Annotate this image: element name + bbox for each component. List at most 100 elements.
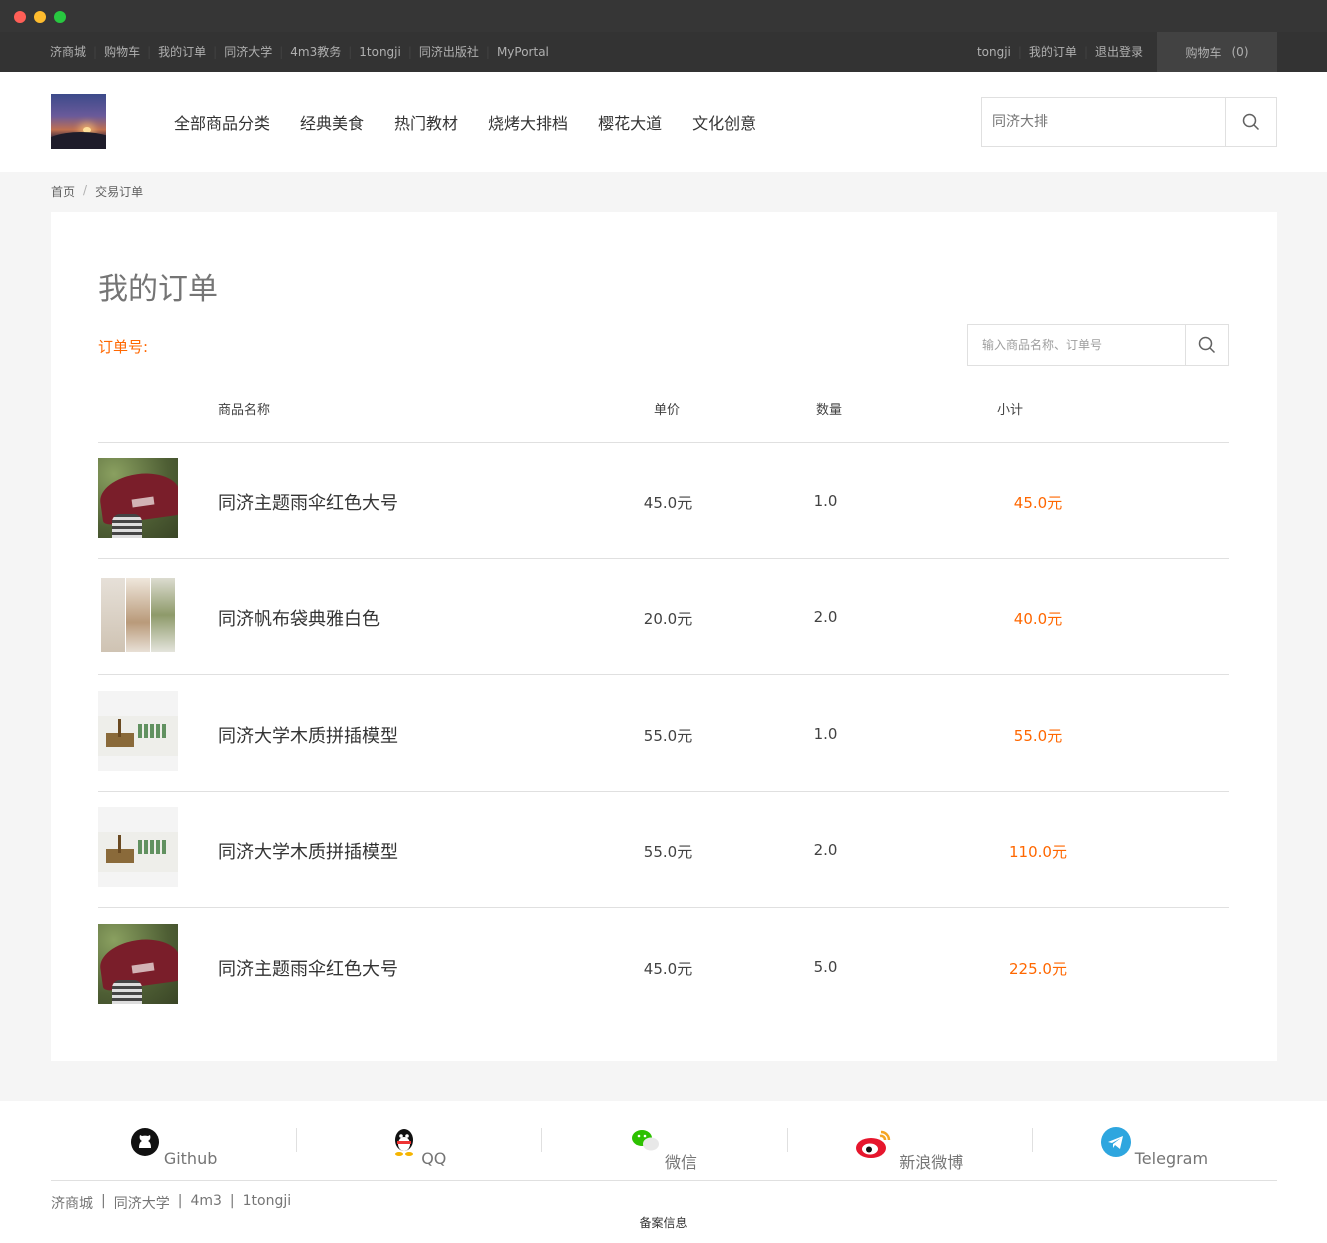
order-search-input[interactable] <box>968 325 1186 365</box>
subtotal: 45.0元 <box>1013 494 1063 512</box>
social-label: 新浪微博 <box>899 1153 964 1172</box>
breadcrumb-home[interactable]: 首页 <box>51 183 75 200</box>
topnav-link-mall[interactable]: 济商城 <box>50 32 86 72</box>
column-header-name: 商品名称 <box>218 403 271 418</box>
social-telegram[interactable]: Telegram <box>1031 1121 1277 1180</box>
search-icon <box>1198 336 1216 354</box>
order-row: 同济主题雨伞红色大号 45.0元 1.0 45.0元 <box>98 443 1229 559</box>
cart-label: 购物车 <box>1185 45 1222 60</box>
orders-card: 我的订单 订单号: 商品名称 单价 数量 小计 同济主题雨伞红色大号 45.0元… <box>51 212 1277 1061</box>
unit-price: 55.0元 <box>643 727 693 745</box>
order-search-button[interactable] <box>1185 325 1228 365</box>
logout-link[interactable]: 退出登录 <box>1095 32 1143 72</box>
product-name[interactable]: 同济大学木质拼插模型 <box>218 838 398 864</box>
topnav-link-cart[interactable]: 购物车 <box>104 32 140 72</box>
topnav-link-4m3[interactable]: 4m3教务 <box>290 32 341 72</box>
topnav-link-tongji-university[interactable]: 同济大学 <box>224 32 272 72</box>
telegram-icon <box>1100 1127 1131 1157</box>
breadcrumb: 首页 / 交易订单 <box>51 183 143 200</box>
order-row: 同济主题雨伞红色大号 45.0元 5.0 225.0元 <box>98 909 1229 1025</box>
close-window-icon[interactable] <box>14 11 26 23</box>
umbrella-image[interactable] <box>98 458 178 538</box>
page-title: 我的订单 <box>98 272 218 307</box>
category-food[interactable]: 经典美食 <box>300 110 364 134</box>
category-culture[interactable]: 文化创意 <box>692 110 756 134</box>
github-icon <box>130 1128 159 1156</box>
top-nav-user-links: tongji | 我的订单 | 退出登录 <box>977 32 1143 72</box>
quantity: 1.0 <box>813 725 838 743</box>
topnav-link-1tongji[interactable]: 1tongji <box>359 32 401 72</box>
topnav-link-my-orders[interactable]: 我的订单 <box>158 32 206 72</box>
product-name[interactable]: 同济主题雨伞红色大号 <box>218 955 398 981</box>
social-wechat[interactable]: 微信 <box>541 1121 786 1180</box>
social-qq[interactable]: QQ <box>296 1121 541 1180</box>
header-search-input[interactable] <box>982 98 1226 146</box>
unit-price: 45.0元 <box>643 494 693 512</box>
unit-price: 45.0元 <box>643 960 693 978</box>
category-nav: 全部商品分类 经典美食 热门教材 烧烤大排档 樱花大道 文化创意 <box>174 72 756 172</box>
footer-link-separator: | <box>229 1193 235 1209</box>
product-name[interactable]: 同济主题雨伞红色大号 <box>218 489 398 515</box>
minimize-window-icon[interactable] <box>34 11 46 23</box>
topnav-link-press[interactable]: 同济出版社 <box>419 32 479 72</box>
search-icon <box>1242 113 1260 131</box>
social-label: Telegram <box>1134 1149 1209 1168</box>
category-all[interactable]: 全部商品分类 <box>174 110 270 134</box>
site-logo[interactable] <box>51 94 106 149</box>
subtotal: 225.0元 <box>1009 960 1067 978</box>
product-name[interactable]: 同济帆布袋典雅白色 <box>218 605 380 631</box>
footer-link-4m3[interactable]: 4m3 <box>190 1193 221 1213</box>
quantity: 5.0 <box>813 958 838 976</box>
footer-link-1tongji[interactable]: 1tongji <box>243 1193 292 1213</box>
footer-links: 济商城 | 同济大学 | 4m3 | 1tongji <box>51 1193 291 1213</box>
order-row: 同济大学木质拼插模型 55.0元 2.0 110.0元 <box>98 792 1229 908</box>
category-textbooks[interactable]: 热门教材 <box>394 110 458 134</box>
social-label: 微信 <box>665 1153 698 1172</box>
column-header-price: 单价 <box>654 403 681 418</box>
header-search-button[interactable] <box>1225 98 1276 146</box>
wechat-icon <box>632 1130 659 1151</box>
social-github[interactable]: Github <box>51 1121 296 1180</box>
quantity: 2.0 <box>813 841 838 859</box>
wood-model-image[interactable] <box>98 807 178 887</box>
breadcrumb-separator: / <box>83 183 88 197</box>
wood-model-image[interactable] <box>98 691 178 771</box>
site-footer: Github QQ 微信 新浪微博 Telegram 济商城 | 同济大学 | … <box>0 1101 1327 1243</box>
subtotal: 55.0元 <box>1013 727 1063 745</box>
order-number-label: 订单号: <box>98 338 149 356</box>
footer-link-separator: | <box>101 1193 106 1209</box>
window-titlebar <box>0 0 1327 32</box>
orders-table-header: 商品名称 单价 数量 小计 <box>98 397 1229 443</box>
site-header: 全部商品分类 经典美食 热门教材 烧烤大排档 樱花大道 文化创意 <box>0 72 1327 172</box>
username-link[interactable]: tongji <box>977 32 1011 72</box>
category-bbq[interactable]: 烧烤大排档 <box>488 110 568 134</box>
topnav-link-myportal[interactable]: MyPortal <box>497 32 549 72</box>
footer-link-separator: | <box>177 1193 183 1209</box>
social-links: Github QQ 微信 新浪微博 Telegram <box>51 1121 1277 1181</box>
cart-button[interactable]: 购物车 (0) <box>1157 32 1277 72</box>
quantity: 1.0 <box>813 492 838 510</box>
category-sakura[interactable]: 樱花大道 <box>598 110 662 134</box>
product-name[interactable]: 同济大学木质拼插模型 <box>218 722 398 748</box>
top-navbar: 济商城 | 购物车 | 我的订单 | 同济大学 | 4m3教务 | 1tongji | 同济… <box>0 32 1327 72</box>
canvas-bag-image[interactable] <box>98 574 178 654</box>
umbrella-image[interactable] <box>98 924 178 1004</box>
column-header-subtotal: 小计 <box>997 403 1024 418</box>
cart-count: (0) <box>1231 45 1249 59</box>
unit-price: 20.0元 <box>643 610 693 628</box>
beian-info[interactable]: 备案信息 <box>0 1214 1327 1231</box>
footer-link-mall[interactable]: 济商城 <box>51 1193 93 1213</box>
maximize-window-icon[interactable] <box>54 11 66 23</box>
my-orders-link[interactable]: 我的订单 <box>1029 32 1077 72</box>
qq-icon <box>395 1129 414 1156</box>
order-row: 同济帆布袋典雅白色 20.0元 2.0 40.0元 <box>98 559 1229 675</box>
subtotal: 40.0元 <box>1013 610 1063 628</box>
social-label: QQ <box>421 1149 447 1168</box>
footer-link-tongji[interactable]: 同济大学 <box>114 1193 170 1213</box>
header-search <box>981 97 1277 147</box>
weibo-icon <box>856 1130 891 1158</box>
top-nav-left-links: 济商城 | 购物车 | 我的订单 | 同济大学 | 4m3教务 | 1tongji | 同济… <box>50 32 549 72</box>
social-label: Github <box>163 1149 218 1168</box>
subtotal: 110.0元 <box>1009 843 1067 861</box>
social-weibo[interactable]: 新浪微博 <box>786 1121 1032 1180</box>
